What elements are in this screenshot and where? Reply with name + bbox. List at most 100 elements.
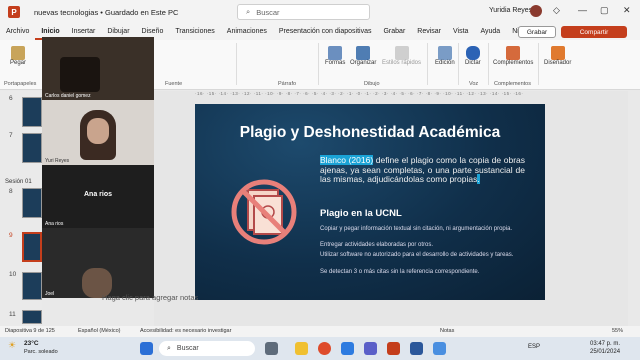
zoom-level[interactable]: 55% [612, 328, 623, 334]
powerpoint-app-icon: P [8, 6, 20, 18]
slide-thumbnail-active[interactable] [22, 232, 42, 262]
slide-thumbnail[interactable] [22, 310, 42, 324]
designer-icon [550, 46, 565, 60]
slide-number-active: 9 [9, 232, 13, 239]
tab-animaciones[interactable]: Animaciones [221, 24, 273, 40]
group-voz: Voz [469, 81, 479, 87]
taskbar-search-label: Buscar [176, 345, 199, 352]
chrome-icon[interactable] [318, 342, 331, 355]
search-input[interactable]: ⌕ Buscar [237, 4, 370, 20]
tab-vista[interactable]: Vista [447, 24, 474, 40]
avatar[interactable] [530, 5, 542, 17]
clock-time[interactable]: 03:47 p. m. [590, 341, 620, 347]
grabar-button[interactable]: Grabar [518, 26, 556, 38]
edicion-button[interactable]: Edición [435, 46, 455, 66]
video-tile[interactable]: Ana rios Ana rios [42, 165, 154, 228]
windows-start-icon[interactable] [140, 342, 153, 355]
organizar-button[interactable]: Organizar [350, 46, 376, 66]
slide-number: 10 [9, 271, 17, 278]
body-text-a: define el plagio [373, 155, 437, 165]
complementos-button[interactable]: Complementos [493, 46, 533, 66]
slide-thumbnail[interactable] [22, 97, 42, 127]
compartir-button[interactable]: Compartir [561, 26, 627, 38]
horizontal-ruler: ·16· ·15· ·14· ·13· ·12· ·11· ·10· ·9· ·… [195, 91, 524, 96]
tab-presentacion[interactable]: Presentación con diapositivas [273, 24, 378, 40]
slide-list-item: Copiar y pegar información textual sin c… [320, 226, 513, 232]
search-icon: ⌕ [167, 344, 171, 352]
accessibility-status[interactable]: Accesibilidad: es necesario investigar [140, 328, 231, 334]
addins-icon [506, 46, 521, 60]
current-slide[interactable]: Plagio y Deshonestidad Académica Blanco … [195, 104, 545, 300]
participant-name: Ana rios [45, 221, 64, 227]
taskbar-search[interactable]: ⌕ Buscar [159, 341, 255, 356]
taskbar: ☀ 23°C Parc. soleado ⌕ Buscar ESP 03:47 … [0, 337, 640, 360]
slide-body-text[interactable]: Blanco (2016) define el plagio como la c… [320, 155, 525, 185]
ribbon-divider [427, 43, 428, 85]
document-title[interactable]: nuevas tecnologias • Guardado en Este PC [34, 8, 178, 17]
slide-subtitle[interactable]: Plagio en la UCNL [320, 208, 402, 219]
group-parrafo: Párrafo [278, 81, 297, 87]
tab-ayuda[interactable]: Ayuda [474, 24, 506, 40]
clock-date[interactable]: 25/01/2024 [590, 349, 620, 355]
tab-transiciones[interactable]: Transiciones [169, 24, 220, 40]
disenador-button[interactable]: Diseñador [544, 46, 571, 66]
edicion-label: Edición [435, 60, 455, 66]
notes-button[interactable]: Notas [440, 328, 454, 334]
estilos-label: Estilos rápidos [382, 60, 422, 66]
tab-revisar[interactable]: Revisar [411, 24, 447, 40]
user-name[interactable]: Yuridia Reyes [489, 7, 532, 14]
slide-number: 11 [9, 311, 16, 318]
video-tile[interactable]: Joel [42, 228, 154, 298]
slide-list-item: Entregar actividades elaboradas por otro… [320, 242, 434, 248]
powerpoint-icon[interactable] [387, 342, 400, 355]
participant-face [87, 118, 109, 144]
estilos-button[interactable]: Estilos rápidos [382, 46, 421, 66]
slide-number: 6 [9, 95, 13, 102]
search-placeholder: Buscar [256, 7, 280, 17]
section-label[interactable]: Sesión 01 [5, 179, 32, 185]
dictar-button[interactable]: Dictar [465, 46, 481, 66]
formas-button[interactable]: Formas [325, 46, 345, 66]
ribbon-divider [538, 43, 539, 85]
language-indicator[interactable]: ESP [528, 344, 540, 350]
quick-styles-icon [394, 46, 409, 60]
file-explorer-icon[interactable] [295, 342, 308, 355]
teams-icon[interactable] [364, 342, 377, 355]
tab-archivo[interactable]: Archivo [0, 24, 35, 40]
slide-list-item: Utilizar software no autorizado para el … [320, 252, 514, 258]
word-icon[interactable] [410, 342, 423, 355]
slide-thumbnail[interactable] [22, 188, 42, 218]
slide-thumbnail[interactable] [22, 133, 42, 163]
notes-input[interactable]: Haga clic para agregar notas [102, 293, 198, 302]
ribbon-divider [488, 43, 489, 85]
ribbon-divider [236, 43, 237, 85]
weather-temp[interactable]: 23°C [24, 340, 39, 347]
app-icon[interactable] [341, 342, 354, 355]
group-complementos: Complementos [494, 81, 531, 87]
slide-number: 8 [9, 188, 13, 195]
formas-label: Formas [325, 60, 346, 66]
minimize-button[interactable]: — [578, 5, 587, 15]
group-fuente: Fuente [165, 81, 183, 87]
slide-thumbnail[interactable] [22, 272, 42, 300]
ribbon-divider [318, 43, 319, 85]
diamond-icon[interactable]: ◇ [553, 5, 560, 16]
body-text-end: . [477, 174, 480, 184]
language[interactable]: Español (México) [78, 328, 121, 334]
app-icon[interactable] [433, 342, 446, 355]
slide-title[interactable]: Plagio y Deshonestidad Académica [195, 124, 545, 142]
maximize-button[interactable]: ▢ [600, 5, 609, 16]
search-icon: ⌕ [246, 7, 251, 16]
tab-grabar[interactable]: Grabar [377, 24, 411, 40]
video-tile[interactable]: Carlos daniel gomez [42, 37, 154, 100]
weather-desc[interactable]: Parc. soleado [24, 349, 58, 355]
arrange-icon [356, 46, 371, 60]
app-icon[interactable] [265, 342, 278, 355]
clipboard-icon [11, 46, 25, 60]
dictar-label: Dictar [465, 60, 481, 66]
pegar-button[interactable]: Pegar [10, 46, 26, 66]
video-tile[interactable]: Yuri Reyes [42, 100, 154, 165]
close-button[interactable]: ✕ [623, 5, 631, 16]
slide-count: Diapositiva 9 de 125 [5, 328, 55, 334]
citation-highlight: Blanco (2016) [320, 155, 374, 165]
